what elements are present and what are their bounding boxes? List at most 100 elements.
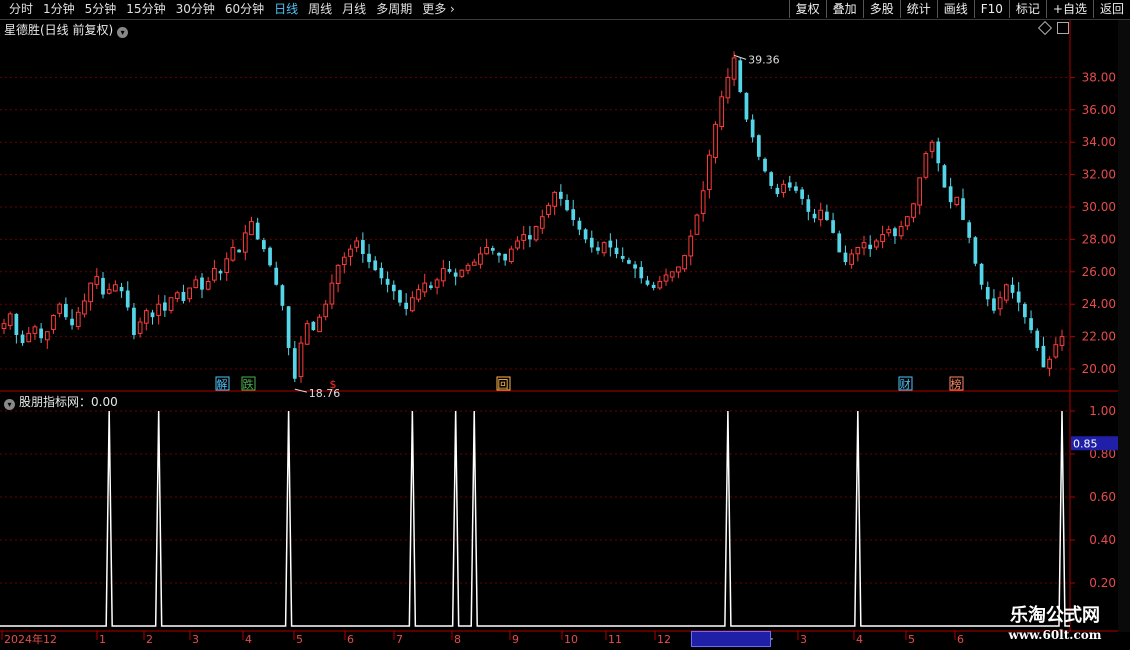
candle-body (1029, 318, 1033, 331)
candle-body (961, 198, 965, 220)
candle-body (861, 242, 867, 249)
candle-body (459, 269, 465, 277)
candle-body (181, 291, 186, 301)
candle-body (775, 187, 780, 195)
candle-body (453, 272, 458, 277)
indicator-tick-label: 0.40 (1089, 533, 1116, 547)
candle-body (849, 253, 854, 265)
candle-body (1041, 345, 1046, 368)
candle-body (218, 270, 223, 274)
time-tick-label: 5 (908, 633, 915, 646)
time-tick-label: 2 (146, 633, 153, 646)
candle-body (311, 321, 316, 331)
candle-body (143, 310, 149, 324)
indicator-title: 股朋指标网：0.00 (19, 395, 118, 409)
chevron-down-icon[interactable]: ▾ (4, 399, 15, 410)
candle-body (633, 264, 637, 269)
candle-body (125, 290, 130, 308)
event-marker-label: 回 (498, 378, 509, 391)
candle-body (787, 182, 792, 188)
candle-body (367, 253, 371, 263)
candle-body (948, 186, 953, 203)
candle-body (967, 222, 972, 238)
candle-body (508, 248, 514, 263)
time-axis: 2024年121234567891011122025/12/22/一3456 (1, 631, 964, 646)
candle-body (583, 229, 588, 240)
time-tick-label: 4 (856, 633, 863, 646)
candle-body (465, 264, 471, 271)
candle-body (706, 154, 712, 191)
candle-body (255, 222, 260, 240)
candle-body (398, 290, 402, 303)
candle-body (404, 302, 409, 310)
candle-body (471, 261, 477, 266)
candle-body (539, 216, 545, 229)
candle-body (32, 326, 38, 334)
time-tick-label: 3 (800, 633, 807, 646)
candle-body (230, 247, 236, 261)
candle-body (1023, 303, 1027, 318)
candle-body (242, 232, 248, 253)
candle-body (391, 284, 396, 292)
time-tick-label: 2024年12 (4, 632, 57, 646)
indicator-line (0, 410, 1070, 627)
candle-body (14, 313, 19, 335)
candle-body (552, 191, 558, 207)
candle-body (954, 196, 960, 206)
candle-body (997, 297, 1003, 310)
candle-body (44, 331, 50, 341)
time-tick-label: 10 (564, 633, 578, 646)
candle-body (831, 220, 835, 233)
candle-body (503, 253, 508, 261)
indicator-series (0, 410, 1070, 627)
candle-body (973, 237, 978, 264)
candle-body (329, 282, 335, 305)
candle-body (298, 342, 304, 378)
candle-body (224, 258, 230, 273)
candle-body (101, 277, 105, 295)
candle-body (911, 203, 916, 218)
candle-body (992, 298, 996, 311)
candle-body (268, 247, 272, 266)
candle-body (515, 240, 520, 249)
candle-body (7, 313, 13, 327)
time-tick-label: 4 (245, 633, 252, 646)
candle-body (868, 244, 873, 250)
time-tick-label: 7 (396, 633, 403, 646)
candle-body (484, 247, 489, 255)
candle-body (174, 292, 180, 299)
indicator-cursor-label: 0.85 (1073, 437, 1098, 450)
candle-body (843, 252, 848, 263)
candle-body (292, 348, 297, 379)
time-tick-label: 11 (608, 633, 622, 646)
price-chart[interactable]: 38.00 36.00 34.00 32.00 30.00 28.00 26.00 24.00… (0, 0, 1130, 650)
price-tick-label: 24.00 (1082, 297, 1116, 311)
candle-body (70, 318, 74, 326)
candle-body (812, 213, 817, 219)
candle-body (137, 321, 143, 334)
indicator-axis: 1.000.800.600.400.200.85 (1070, 404, 1119, 590)
candle-body (434, 279, 440, 288)
candle-body (317, 316, 322, 333)
candle-body (763, 158, 767, 172)
candle-body (781, 183, 786, 193)
candle-body (335, 264, 341, 285)
candle-body (651, 284, 656, 288)
candle-body (979, 263, 984, 285)
candle-body (731, 57, 737, 80)
candle-body (700, 190, 706, 214)
indicator-header: ▾ 股朋指标网：0.00 (4, 393, 118, 410)
indicator-tick-label: 0.60 (1089, 490, 1116, 504)
candle-body (688, 235, 694, 257)
candle-body (904, 216, 910, 227)
time-tick-label: 8 (454, 633, 461, 646)
candle-body (614, 247, 619, 254)
candle-body (1010, 284, 1015, 293)
candle-body (440, 268, 446, 282)
time-tick-label: 1 (99, 633, 106, 646)
candle-body (558, 191, 563, 199)
candle-body (82, 300, 87, 315)
candle-body (601, 242, 607, 254)
candle-body (1059, 336, 1065, 346)
candle-body (490, 247, 495, 251)
